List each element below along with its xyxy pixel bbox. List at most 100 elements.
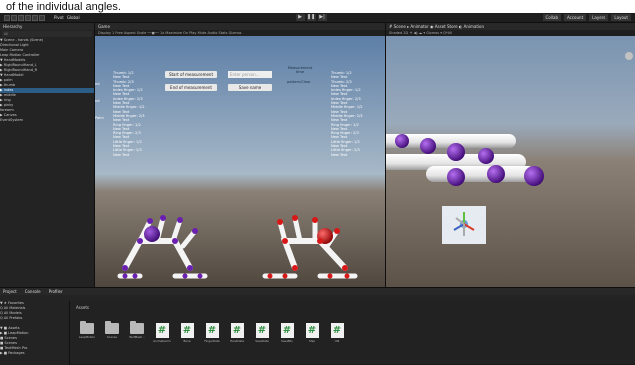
global-toggle[interactable]: Global — [67, 15, 80, 20]
scene-render — [386, 36, 635, 287]
step-button[interactable]: ▶| — [317, 14, 327, 21]
folder-icon — [130, 321, 144, 334]
project-assets-area: Assets LeapMotion Scenes TextMesh... # Anima… — [70, 301, 635, 365]
game-tab[interactable]: Game — [95, 23, 385, 30]
asset-script[interactable]: # FingerData — [201, 323, 223, 343]
hash-glyph: # — [307, 325, 317, 336]
asset-script[interactable]: # Ship — [301, 323, 323, 343]
asset-label: HandData — [229, 339, 245, 343]
save-name-button[interactable]: Save name — [228, 84, 272, 91]
tab-console[interactable]: Console — [25, 288, 41, 295]
hierarchy-panel: Hierarchy All ▼ Scene - hands (Scene) Di… — [0, 23, 95, 287]
angle-label: New Text — [331, 152, 348, 157]
hash-glyph: # — [207, 325, 217, 336]
csharp-script-icon: # — [155, 323, 169, 338]
hash-glyph: # — [232, 325, 242, 336]
layers-dropdown[interactable]: Layers — [589, 14, 609, 21]
asset-label: TextMesh... — [129, 335, 145, 339]
tool-buttons — [4, 14, 46, 21]
right-hand-angles-column: Thumb: 1/2 New Text Thumb: 2/3 New Text Inde… — [331, 71, 363, 157]
rect-tool-icon[interactable] — [32, 14, 38, 21]
asset-label: AnimateArm — [153, 339, 171, 343]
angle-label: Little finger: 2/3 — [113, 148, 142, 153]
end-measurement-button[interactable]: End of measurement — [165, 84, 217, 91]
csharp-script-icon: # — [205, 323, 219, 338]
asset-label: SaveData — [255, 339, 269, 343]
asset-folder[interactable]: LeapMotion — [76, 321, 98, 339]
game-viewport[interactable]: Start of measurement End of measurement … — [95, 36, 385, 287]
hash-glyph: # — [157, 325, 167, 336]
hierarchy-item[interactable]: EventSystem — [0, 118, 94, 123]
folder-icon — [80, 321, 94, 334]
angle-label: New Text — [113, 152, 130, 157]
asset-label: SaveBtn — [281, 339, 293, 343]
angle-label: Little finger: 2/3 — [331, 148, 360, 153]
hash-glyph: # — [282, 325, 292, 336]
scene-tabs[interactable]: # Scene ▸ Animator ◉ Asset Store ◐ Anima… — [386, 23, 635, 30]
move-tool-icon[interactable] — [11, 14, 17, 21]
asset-label: LeapMotion — [78, 335, 96, 339]
project-folder-tree: ▼ ★ Favorites Q All Materials Q All Mode… — [0, 301, 70, 365]
scale-tool-icon[interactable] — [25, 14, 31, 21]
result-label: pattern/Clear — [287, 80, 311, 84]
start-measurement-button[interactable]: Start of measurement — [165, 71, 217, 78]
hierarchy-search-input[interactable]: All — [2, 31, 92, 37]
asset-label: Util — [334, 339, 340, 343]
asset-label: Ship — [308, 339, 316, 343]
csharp-script-icon: # — [280, 323, 294, 338]
hash-glyph: # — [332, 325, 342, 336]
asset-script[interactable]: # SaveData — [251, 323, 273, 343]
scene-viewport[interactable] — [386, 36, 635, 287]
csharp-script-icon: # — [255, 323, 269, 338]
csharp-script-icon: # — [305, 323, 319, 338]
csharp-script-icon: # — [230, 323, 244, 338]
hand-tool-icon[interactable] — [4, 14, 10, 21]
main-toolbar: Pivot Global ▶ ❚❚ ▶| Collab Account Laye… — [0, 13, 635, 23]
scene-panel: # Scene ▸ Animator ◉ Asset Store ◐ Anima… — [385, 23, 635, 287]
breadcrumb[interactable]: Assets — [70, 301, 635, 314]
pivot-toggle[interactable]: Pivot — [54, 15, 64, 20]
asset-script[interactable]: # SaveBtn — [276, 323, 298, 343]
bottom-tabs: Project Console Profiler — [0, 288, 635, 295]
asset-label: Scenes — [107, 335, 117, 339]
pivot-global-toggles: Pivot Global — [54, 15, 80, 20]
tab-project[interactable]: Project — [3, 288, 17, 295]
left-edge-labels: nd nd Palm — [95, 82, 104, 142]
rotate-tool-icon[interactable] — [18, 14, 24, 21]
account-dropdown[interactable]: Account — [563, 14, 587, 21]
angle-label — [95, 138, 104, 142]
angle-label: Palm — [95, 116, 104, 121]
hierarchy-tab[interactable]: Hierarchy — [0, 23, 94, 30]
asset-script[interactable]: # Util — [326, 323, 348, 343]
pause-button[interactable]: ❚❚ — [306, 14, 316, 21]
asset-script[interactable]: # HandData — [226, 323, 248, 343]
scene-orientation-gizmo — [442, 206, 486, 244]
asset-script[interactable]: # Bone — [176, 323, 198, 343]
csharp-script-icon: # — [180, 323, 194, 338]
folder-icon — [105, 321, 119, 334]
project-panel: Project Console Profiler ▼ ★ Favorites Q… — [0, 287, 635, 365]
measurement-time-label: Measurement time — [287, 66, 313, 75]
tab-profiler[interactable]: Profiler — [49, 288, 63, 295]
caption-text: of the individual angles. — [0, 0, 635, 13]
play-controls: ▶ ❚❚ ▶| — [295, 14, 327, 21]
hierarchy-tree: ▼ Scene - hands (Scene) Directional Ligh… — [0, 38, 94, 123]
project-tree-item[interactable]: ▶ ■ Packages — [0, 351, 69, 356]
transform-tool-icon[interactable] — [39, 14, 45, 21]
asset-script[interactable]: # AnimateArm — [151, 323, 173, 343]
right-toolbar: Collab Account Layers Layout — [542, 14, 631, 21]
game-panel: Game Display 1 Free Aspect Scale ──●── 1… — [95, 23, 385, 287]
asset-folder[interactable]: Scenes — [101, 321, 123, 339]
layout-dropdown[interactable]: Layout — [611, 14, 631, 21]
collab-button[interactable]: Collab — [542, 14, 561, 21]
asset-folder[interactable]: TextMesh... — [126, 321, 148, 339]
hash-glyph: # — [182, 325, 192, 336]
person-name-input[interactable]: Enter person... — [228, 71, 272, 78]
hash-glyph: # — [257, 325, 267, 336]
unity-editor-window: Pivot Global ▶ ❚❚ ▶| Collab Account Laye… — [0, 13, 635, 365]
asset-label: Bone — [183, 339, 191, 343]
asset-label: FingerData — [204, 339, 220, 343]
play-button[interactable]: ▶ — [295, 14, 305, 21]
csharp-script-icon: # — [330, 323, 344, 338]
left-hand-angles-column: Thumb: 1/2 New Text Thumb: 2/3 New Text Inde… — [113, 71, 145, 157]
